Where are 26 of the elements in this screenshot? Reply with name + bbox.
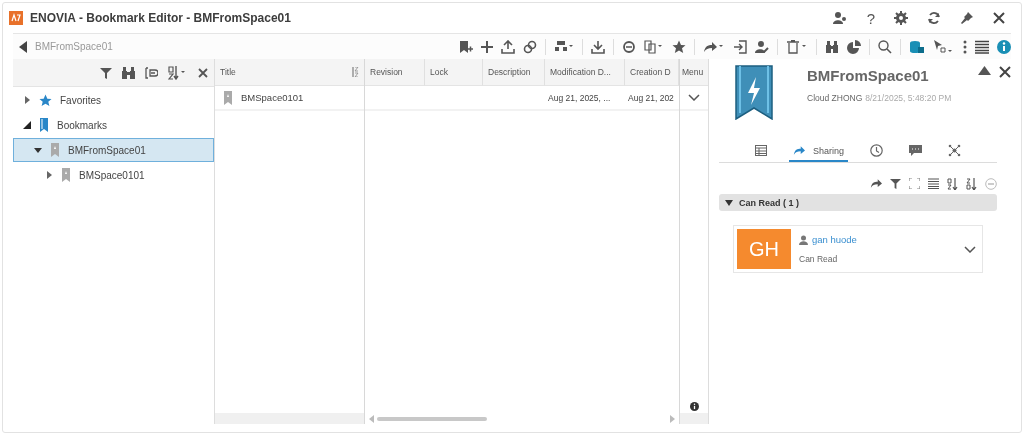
user-link[interactable]: gan huode: [812, 234, 857, 245]
tree-item[interactable]: Bookmarks: [13, 113, 214, 137]
table-cell: BMSpace0101: [215, 86, 364, 111]
window-title: ENOVIA - Bookmark Editor - BMFromSpace01: [30, 11, 291, 25]
tab[interactable]: Sharing: [789, 141, 848, 162]
column-header[interactable]: Lock: [425, 59, 483, 86]
tree-item[interactable]: Favorites: [13, 88, 214, 112]
column-header[interactable]: Description: [483, 59, 545, 86]
role-text: Can Read: [799, 254, 839, 264]
member-card[interactable]: GH gan huode Can Read: [733, 225, 983, 273]
avatar: GH: [737, 229, 791, 269]
breadcrumb: BMFromSpace01: [35, 41, 113, 52]
column-header[interactable]: Creation D: [625, 59, 679, 86]
tree-item[interactable]: BMFromSpace01: [13, 138, 214, 162]
table-cell: Aug 21, 202: [625, 86, 679, 111]
help-button[interactable]: ?: [866, 9, 875, 27]
tree-item[interactable]: BMSpace0101: [13, 163, 214, 187]
author-name: Cloud ZHONG: [807, 93, 863, 103]
column-header[interactable]: Title: [215, 59, 364, 86]
detail-title: BMFromSpace01: [807, 67, 930, 84]
column-header[interactable]: Modification D...: [545, 59, 625, 86]
date-text: 8/21/2025, 5:48:20 PM: [865, 93, 952, 103]
column-header[interactable]: Revision: [365, 59, 425, 86]
group-header[interactable]: Can Read ( 1 ): [719, 194, 997, 211]
table-cell: Aug 21, 2025, ...: [545, 86, 625, 111]
column-header[interactable]: Menu: [680, 59, 708, 86]
